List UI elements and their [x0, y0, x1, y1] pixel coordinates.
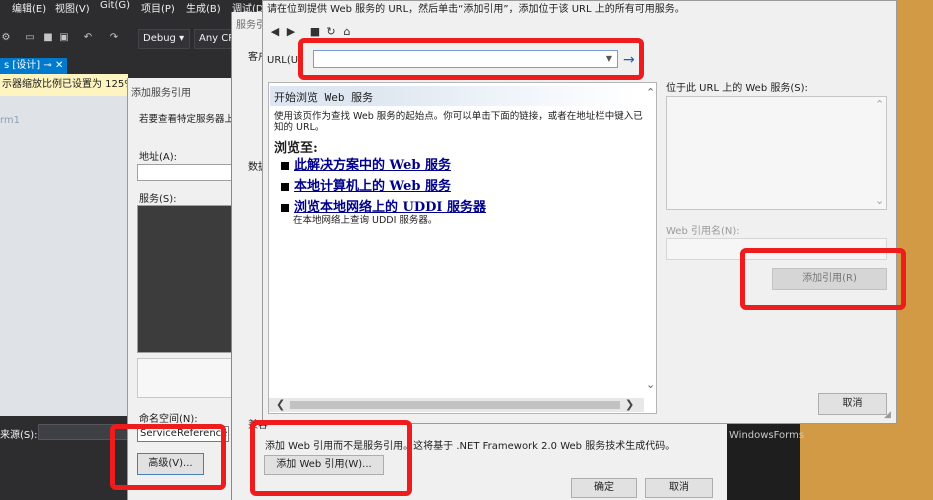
bullet-icon	[281, 182, 289, 191]
save-icon[interactable]: ■	[42, 32, 54, 44]
menu-edit[interactable]: 编辑(E)	[12, 0, 46, 15]
bullet-icon	[281, 203, 289, 212]
address-input[interactable]	[137, 164, 233, 181]
scroll-right-icon[interactable]: ❯	[625, 399, 634, 411]
ok-button[interactable]: 确定	[571, 478, 637, 498]
vertical-scrollbar[interactable]: ⌃ ⌄	[644, 83, 656, 398]
highlight-box-add-web-reference	[250, 420, 412, 496]
url-label: URL(U)	[267, 55, 302, 66]
tab-form-designer[interactable]: s [设计] ⊸ ✕	[0, 58, 68, 74]
browser-heading: 开始浏览 Web 服务	[274, 91, 374, 104]
menu-git[interactable]: Git(G)	[100, 0, 130, 11]
services-label: 服务(S):	[139, 194, 177, 205]
menu-view[interactable]: 视图(V)	[55, 0, 90, 15]
vs-toolbar: ⚙ ▭ ■ ▣ ↶ ↷ Debug ▾ Any CP	[0, 22, 240, 54]
configuration-value: Debug	[143, 33, 176, 44]
toolbox-text: WindowsForms	[729, 430, 805, 441]
settings-icon[interactable]: ⚙	[0, 32, 12, 44]
highlight-box-add-reference	[740, 248, 906, 310]
vs-menubar: 编辑(E) 视图(V) Git(G) 项目(P) 生成(B)	[0, 0, 240, 15]
scrollbar-thumb[interactable]	[290, 401, 620, 409]
list-item: 此解决方案中的 Web 服务	[281, 154, 451, 173]
namespace-label: 命名空间(N):	[139, 414, 198, 425]
highlight-box-url	[298, 38, 644, 80]
scroll-down-icon[interactable]: ⌄	[646, 379, 655, 391]
form-label: rm1	[0, 115, 21, 126]
configuration-select[interactable]: Debug ▾	[138, 29, 190, 49]
cancel-button[interactable]: 取消	[818, 393, 887, 415]
tab-label: s [设计]	[4, 60, 41, 71]
designer-surface	[0, 96, 128, 416]
menu-project[interactable]: 项目(P)	[141, 0, 175, 15]
resize-grip-icon[interactable]: ◢	[884, 410, 891, 420]
instruction-text: 请在位到提供 Web 服务的 URL，然后单击“添加引用”，添加位于该 URL …	[267, 4, 685, 15]
operations-box[interactable]	[137, 358, 233, 398]
undo-icon[interactable]: ↶	[82, 32, 94, 44]
link-local-services[interactable]: 本地计算机上的 Web 服务	[294, 179, 451, 194]
menu-build[interactable]: 生成(B)	[186, 0, 221, 15]
list-item: 本地计算机上的 Web 服务	[281, 175, 451, 194]
link-solution-services[interactable]: 此解决方案中的 Web 服务	[294, 158, 451, 173]
scroll-up-icon[interactable]: ⌃	[646, 87, 655, 99]
address-label: 地址(A):	[139, 152, 178, 163]
dialog-title: 添加服务引用	[131, 88, 191, 99]
web-services-list[interactable]: ⌃ ⌄	[666, 96, 887, 210]
scroll-down-icon[interactable]: ⌄	[875, 195, 884, 207]
scroll-up-icon[interactable]: ⌃	[875, 99, 884, 111]
platform-value: Any CP	[199, 33, 235, 44]
scroll-left-icon[interactable]: ❮	[276, 399, 285, 411]
services-tree[interactable]	[137, 205, 233, 353]
dpi-infobar: 示器缩放比例已设置为 125%。	[0, 74, 128, 96]
highlight-box-advanced	[110, 424, 226, 490]
cancel-button[interactable]: 取消	[645, 478, 713, 498]
save-all-icon[interactable]: ▣	[58, 32, 70, 44]
web-ref-name-label: Web 引用名(N):	[666, 226, 740, 237]
source-label: 来源(S):	[0, 430, 38, 441]
open-folder-icon[interactable]: ▭	[24, 32, 36, 44]
redo-icon[interactable]: ↷	[108, 32, 120, 44]
uddi-description: 在本地网络上查询 UDDI 服务器。	[293, 215, 438, 226]
forward-icon[interactable]: ▶	[284, 24, 298, 40]
browser-intro: 使用该页作为查找 Web 服务的起始点。你可以单击下面的链接，或者在地址栏中键入…	[274, 111, 643, 133]
back-icon[interactable]: ◀	[268, 24, 282, 40]
bullet-icon	[281, 161, 289, 170]
web-services-label: 位于此 URL 上的 Web 服务(S):	[666, 83, 808, 94]
